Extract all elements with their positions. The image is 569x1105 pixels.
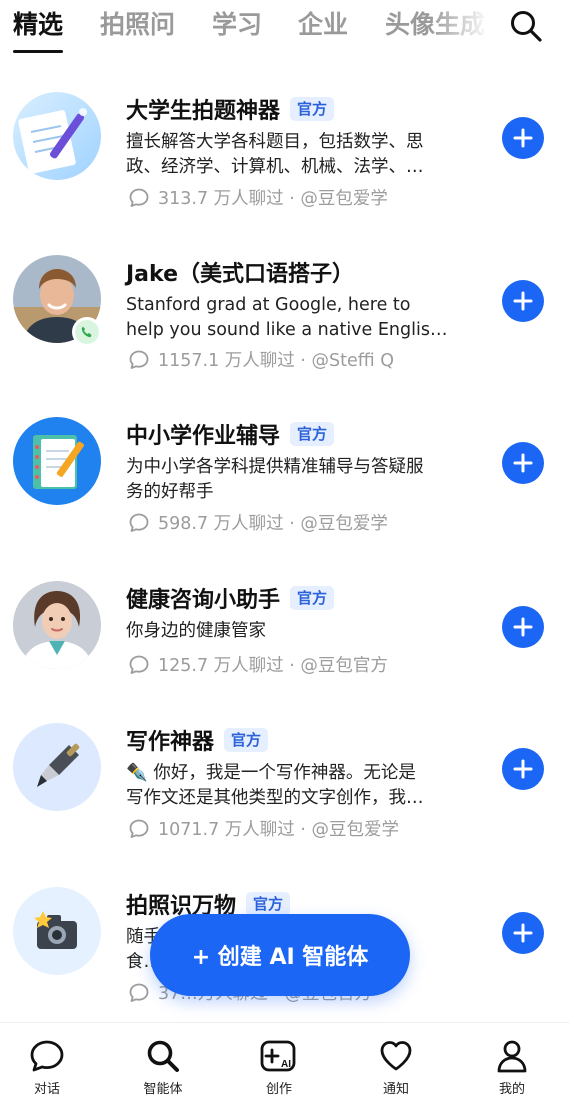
description-line: Stanford grad at Google, here to [126, 295, 411, 315]
heart-icon [380, 1041, 412, 1071]
create-ai-icon: AI [260, 1040, 296, 1072]
official-badge: 官方 [290, 422, 335, 446]
item-title: 写作神器 [126, 730, 215, 755]
create-button-label: + 创建 AI 智能体 [191, 945, 369, 970]
description-line: 写作文还是其他类型的文字创作，我… [126, 788, 424, 808]
camera-icon [13, 887, 101, 975]
item-stats: 1157.1 万人聊过 · @Steffi Q [128, 347, 394, 372]
add-agent-button[interactable] [502, 748, 544, 790]
phone-icon [81, 326, 92, 338]
nav-item-profile[interactable]: 我的 [477, 1039, 547, 1097]
chat-bubble-icon [128, 512, 150, 534]
description-line: 为中小学各学科提供精准辅导与答疑服 [126, 457, 424, 477]
nav-item-agents[interactable]: 智能体 [128, 1039, 198, 1097]
item-stats: 313.7 万人聊过 · @豆包爱学 [128, 185, 388, 210]
chat-bubble-icon [128, 187, 150, 209]
item-title: 健康咨询小助手 [126, 588, 281, 613]
description-line: help you sound like a native Englis… [126, 320, 448, 340]
add-agent-button[interactable] [502, 912, 544, 954]
official-badge: 官方 [290, 586, 335, 610]
add-agent-button[interactable] [502, 280, 544, 322]
plus-icon [513, 453, 533, 473]
official-badge: 官方 [290, 97, 335, 121]
item-stats: 598.7 万人聊过 · @豆包爱学 [128, 510, 388, 535]
nav-label: 我的 [498, 1082, 525, 1097]
top-tab-bar: 精选 拍照问 学习 企业 头像生成 [0, 0, 569, 56]
list-item[interactable]: 大学生拍题神器 官方 擅长解答大学各科题目，包括数学、思 政、经济学、计算机、机… [0, 92, 569, 242]
stats-text: 598.7 万人聊过 · @豆包爱学 [158, 514, 388, 534]
list-item[interactable]: 中小学作业辅导 官方 为中小学各学科提供精准辅导与答疑服 务的好帮手 598.7… [0, 417, 569, 567]
add-agent-button[interactable] [502, 117, 544, 159]
add-agent-button[interactable] [502, 606, 544, 648]
item-title: Jake（美式口语搭子） [126, 262, 354, 287]
svg-text:AI: AI [281, 1059, 291, 1070]
stats-text: 313.7 万人聊过 · @豆包爱学 [158, 189, 388, 209]
item-description: 你身边的健康管家 [126, 619, 481, 644]
chat-bubble-icon [128, 654, 150, 676]
description-line: 擅长解答大学各科题目，包括数学、思 [126, 132, 424, 152]
nav-item-chat[interactable]: 对话 [12, 1039, 82, 1097]
stats-text: 1071.7 万人聊过 · @豆包爱学 [158, 820, 399, 840]
search-icon [147, 1040, 179, 1072]
tab-photo-ask[interactable]: 拍照问 [100, 8, 175, 42]
stats-text: 1157.1 万人聊过 · @Steffi Q [158, 351, 394, 371]
official-badge: 官方 [246, 892, 291, 916]
item-description: 为中小学各学科提供精准辅导与答疑服 务的好帮手 [126, 455, 481, 505]
chat-bubble-icon [128, 982, 150, 1004]
item-description: 擅长解答大学各科题目，包括数学、思 政、经济学、计算机、机械、法学、… [126, 130, 481, 180]
official-badge: 官方 [224, 728, 269, 752]
tab-study[interactable]: 学习 [212, 8, 262, 42]
nav-label: 通知 [382, 1082, 409, 1097]
list-item[interactable]: Jake（美式口语搭子） Stanford grad at Google, he… [0, 255, 569, 405]
stats-text: 125.7 万人聊过 · @豆包官方 [158, 656, 388, 676]
description-line: 务的好帮手 [126, 482, 214, 502]
fountain-pen-icon [13, 723, 101, 811]
description-line: 政、经济学、计算机、机械、法学、… [126, 157, 424, 177]
chat-bubble-icon [128, 818, 150, 840]
tab-fade-overlay [430, 0, 490, 50]
nav-label: 对话 [33, 1082, 60, 1097]
item-stats: 125.7 万人聊过 · @豆包官方 [128, 652, 388, 677]
active-tab-indicator [13, 50, 63, 53]
math-paper-pen-icon [13, 92, 101, 180]
list-item[interactable]: 写作神器 官方 ✒️ 你好，我是一个写作神器。无论是 写作文还是其他类型的文字创… [0, 723, 569, 873]
bottom-nav: 对话 智能体 AI 创作 通知 我的 [0, 1022, 569, 1105]
plus-icon [513, 291, 533, 311]
item-description: ✒️ 你好，我是一个写作神器。无论是 写作文还是其他类型的文字创作，我… [126, 761, 481, 811]
description-line: 你身边的健康管家 [126, 621, 266, 641]
chat-bubble-icon [30, 1040, 64, 1072]
chat-bubble-icon [128, 349, 150, 371]
nav-label: 智能体 [143, 1082, 183, 1097]
nav-item-create[interactable]: AI 创作 [244, 1039, 314, 1097]
tab-enterprise[interactable]: 企业 [298, 8, 348, 42]
nav-item-notifications[interactable]: 通知 [361, 1039, 431, 1097]
nav-label: 创作 [265, 1082, 292, 1097]
add-agent-button[interactable] [502, 442, 544, 484]
call-badge [72, 317, 102, 347]
item-description: Stanford grad at Google, here to help yo… [126, 293, 481, 343]
plus-icon [513, 759, 533, 779]
plus-icon [513, 128, 533, 148]
tab-featured[interactable]: 精选 [13, 8, 63, 42]
search-button[interactable] [505, 5, 547, 47]
item-stats: 1071.7 万人聊过 · @豆包爱学 [128, 816, 399, 841]
description-line: ✒️ 你好，我是一个写作神器。无论是 [126, 763, 416, 783]
plus-icon [513, 617, 533, 637]
notebook-pencil-icon [13, 417, 101, 505]
plus-icon [513, 923, 533, 943]
item-title: 中小学作业辅导 [126, 424, 281, 449]
doctor-avatar-icon [13, 581, 101, 669]
list-item[interactable]: 健康咨询小助手 官方 你身边的健康管家 125.7 万人聊过 · @豆包官方 [0, 581, 569, 731]
item-title: 大学生拍题神器 [126, 99, 281, 124]
search-icon [511, 11, 542, 42]
create-ai-agent-button[interactable]: + 创建 AI 智能体 [150, 914, 410, 996]
person-icon [497, 1040, 527, 1073]
